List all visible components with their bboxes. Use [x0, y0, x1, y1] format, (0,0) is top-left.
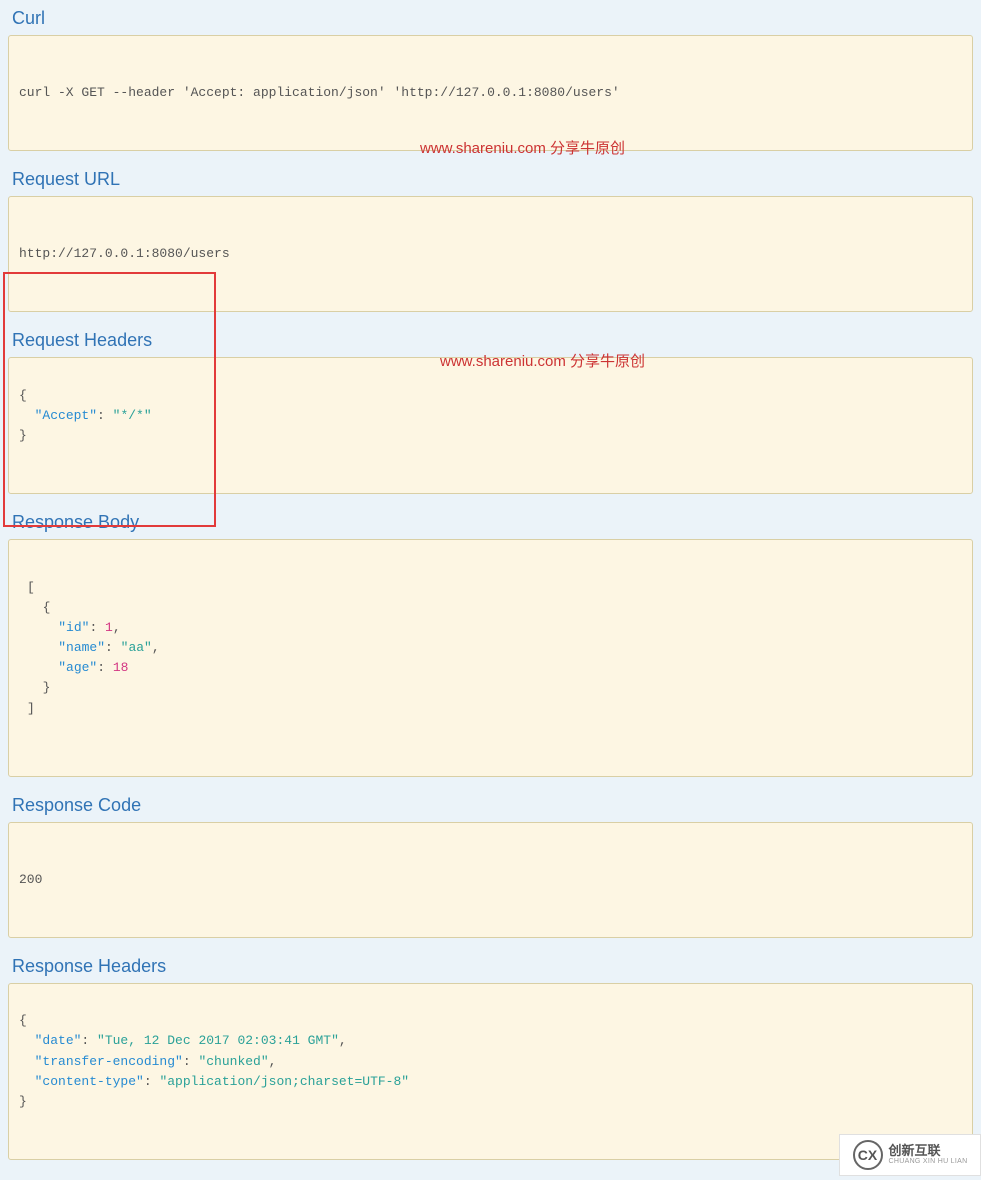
curl-heading: Curl	[12, 0, 969, 35]
response-headers-section: Response Headers { "date": "Tue, 12 Dec …	[0, 948, 981, 1160]
response-body-content: [ { "id": 1, "name": "aa", "age": 18 } ]	[27, 578, 954, 719]
request-headers-heading: Request Headers	[12, 322, 969, 357]
response-body-heading: Response Body	[12, 504, 969, 539]
request-headers-content: { "Accept": "*/*" }	[19, 386, 962, 446]
response-code-heading: Response Code	[12, 787, 969, 822]
curl-codebox[interactable]: curl -X GET --header 'Accept: applicatio…	[8, 35, 973, 151]
brand-logo-icon: CX	[853, 1140, 883, 1170]
response-body-codebox[interactable]: [ { "id": 1, "name": "aa", "age": 18 } ]	[8, 539, 973, 776]
response-headers-codebox[interactable]: { "date": "Tue, 12 Dec 2017 02:03:41 GMT…	[8, 983, 973, 1160]
response-headers-heading: Response Headers	[12, 948, 969, 983]
brand-logo: CX 创新互联 CHUANG XIN HU LIAN	[839, 1134, 981, 1176]
request-url-heading: Request URL	[12, 161, 969, 196]
response-headers-content: { "date": "Tue, 12 Dec 2017 02:03:41 GMT…	[19, 1011, 962, 1112]
request-url-content: http://127.0.0.1:8080/users	[19, 244, 962, 264]
request-headers-codebox[interactable]: { "Accept": "*/*" }	[8, 357, 973, 494]
response-code-codebox[interactable]: 200	[8, 822, 973, 938]
curl-content: curl -X GET --header 'Accept: applicatio…	[19, 83, 962, 103]
response-body-section: Response Body [ { "id": 1, "name": "aa",…	[0, 504, 981, 776]
curl-section: Curl curl -X GET --header 'Accept: appli…	[0, 0, 981, 151]
request-headers-section: Request Headers { "Accept": "*/*" }	[0, 322, 981, 494]
request-url-section: Request URL http://127.0.0.1:8080/users	[0, 161, 981, 312]
response-code-content: 200	[19, 870, 962, 890]
response-code-section: Response Code 200	[0, 787, 981, 938]
brand-logo-text: 创新互联 CHUANG XIN HU LIAN	[889, 1144, 968, 1166]
request-url-codebox[interactable]: http://127.0.0.1:8080/users	[8, 196, 973, 312]
